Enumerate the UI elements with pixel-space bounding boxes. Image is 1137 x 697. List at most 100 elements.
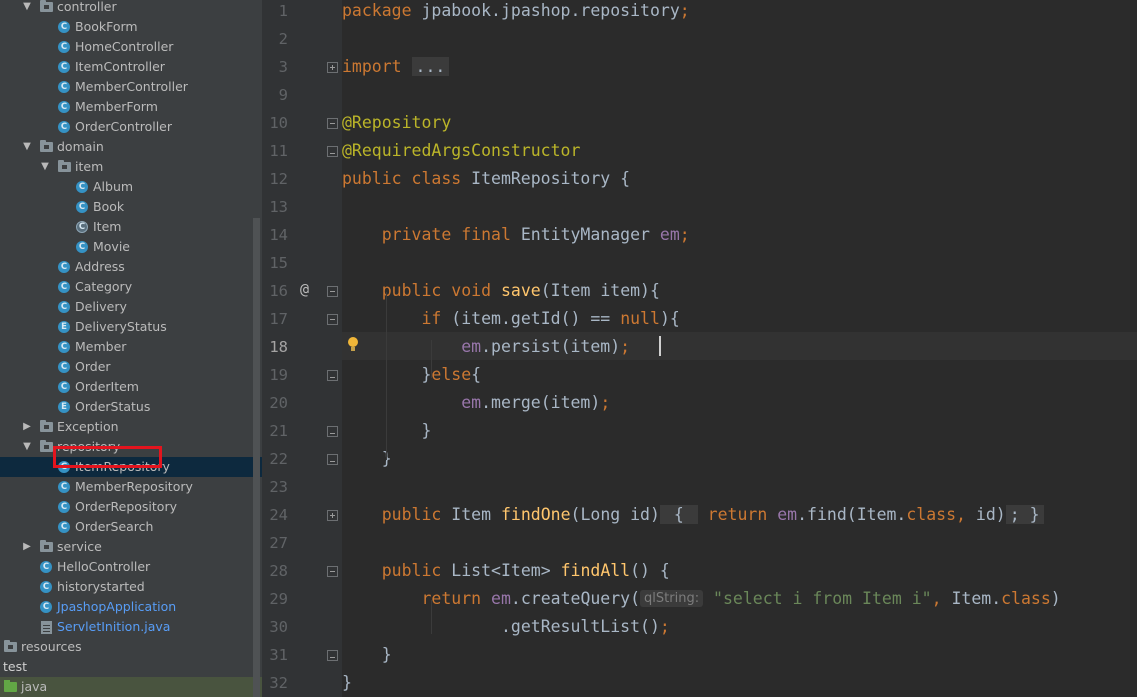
fold-expand-icon[interactable]	[327, 62, 338, 73]
tree-item-address[interactable]: C Address	[0, 257, 262, 277]
tree-item-orderrepository[interactable]: C OrderRepository	[0, 497, 262, 517]
folded-code[interactable]: ...	[411, 57, 450, 76]
class-icon: C	[57, 120, 71, 134]
tree-item-exception[interactable]: ▶ Exception	[0, 417, 262, 437]
line-number: 1	[278, 2, 288, 20]
code-token: em	[461, 393, 482, 412]
code-line[interactable]: @RequiredArgsConstructor	[342, 137, 580, 165]
folder-icon	[39, 0, 53, 14]
tree-item-memberform[interactable]: C MemberForm	[0, 97, 262, 117]
fold-collapse-icon[interactable]	[327, 566, 338, 577]
code-line[interactable]: return em.createQuery(qlString: "select …	[342, 585, 1060, 613]
tree-item-homecontroller[interactable]: C HomeController	[0, 37, 262, 57]
code-token: @RequiredArgsConstructor	[342, 141, 581, 160]
tree-item-label: java	[21, 679, 48, 694]
tree-item-item[interactable]: C Item	[0, 217, 262, 237]
fold-collapse-icon[interactable]	[327, 370, 338, 381]
tree-scrollbar[interactable]	[253, 218, 260, 697]
code-line[interactable]: package jpabook.jpashop.repository;	[342, 0, 690, 25]
fold-collapse-icon[interactable]	[327, 454, 338, 465]
line-number: 24	[269, 506, 288, 524]
tree-item-item[interactable]: ▼ item	[0, 157, 262, 177]
code-line[interactable]: }else{	[342, 361, 481, 389]
fold-collapse-icon[interactable]	[327, 426, 338, 437]
class-icon: C	[57, 100, 71, 114]
tree-item-label: Exception	[57, 419, 119, 434]
tree-item-category[interactable]: C Category	[0, 277, 262, 297]
code-token: .getResultList()	[500, 617, 660, 636]
fold-collapse-icon[interactable]	[327, 286, 338, 297]
class-icon: C	[57, 500, 71, 514]
expand-arrow-down-icon[interactable]: ▼	[40, 157, 50, 177]
fold-collapse-icon[interactable]	[327, 650, 338, 661]
code-line[interactable]: em.merge(item);	[342, 389, 610, 417]
code-line[interactable]: }	[342, 445, 392, 473]
tree-item-resources[interactable]: resources	[0, 637, 262, 657]
code-token: Item.	[951, 589, 1002, 608]
tree-item-deliverystatus[interactable]: E DeliveryStatus	[0, 317, 262, 337]
code-line[interactable]: public Item findOne(Long id) { return em…	[342, 501, 1044, 529]
tree-item-book[interactable]: C Book	[0, 197, 262, 217]
code-line[interactable]: public void save(Item item){	[342, 277, 660, 305]
fold-collapse-icon[interactable]	[327, 314, 338, 325]
collapse-arrow-right-icon[interactable]: ▶	[22, 417, 32, 437]
expand-arrow-down-icon[interactable]: ▼	[22, 137, 32, 157]
tree-item-label: Address	[75, 259, 125, 274]
code-line[interactable]: public List<Item> findAll() {	[342, 557, 670, 585]
tree-item-orderitem[interactable]: C OrderItem	[0, 377, 262, 397]
code-line[interactable]: if (item.getId() == null){	[342, 305, 680, 333]
line-number: 2	[278, 30, 288, 48]
tree-item-label: OrderStatus	[75, 399, 151, 414]
code-token: ){	[659, 309, 680, 328]
fold-expand-icon[interactable]	[327, 510, 338, 521]
code-line[interactable]: }	[342, 669, 352, 697]
tree-item-memberrepository[interactable]: C MemberRepository	[0, 477, 262, 497]
expand-arrow-down-icon[interactable]: ▼	[22, 0, 32, 17]
tree-item-ordersearch[interactable]: C OrderSearch	[0, 517, 262, 537]
class-icon: C	[57, 280, 71, 294]
tree-item-order[interactable]: C Order	[0, 357, 262, 377]
tree-item-member[interactable]: C Member	[0, 337, 262, 357]
code-line[interactable]: private final EntityManager em;	[342, 221, 690, 249]
tree-item-movie[interactable]: C Movie	[0, 237, 262, 257]
tree-item-servletinition-java[interactable]: ServletInition.java	[0, 617, 262, 637]
collapse-arrow-right-icon[interactable]: ▶	[22, 537, 32, 557]
fold-collapse-icon[interactable]	[327, 118, 338, 129]
tree-item-jpashopapplication[interactable]: C JpashopApplication	[0, 597, 262, 617]
tree-item-domain[interactable]: ▼ domain	[0, 137, 262, 157]
code-line[interactable]: .getResultList();	[342, 613, 670, 641]
tree-item-hellocontroller[interactable]: C HelloController	[0, 557, 262, 577]
project-tree[interactable]: ▼ controller C BookForm C HomeController C Item…	[0, 0, 262, 697]
folded-code[interactable]: {	[659, 505, 698, 524]
tree-item-album[interactable]: C Album	[0, 177, 262, 197]
override-marker-icon[interactable]: @	[300, 280, 309, 298]
tree-item-membercontroller[interactable]: C MemberController	[0, 77, 262, 97]
code-line[interactable]: public class ItemRepository {	[342, 165, 630, 193]
tree-item-ordercontroller[interactable]: C OrderController	[0, 117, 262, 137]
tree-item-bookform[interactable]: C BookForm	[0, 17, 262, 37]
tree-item-label: OrderController	[75, 119, 173, 134]
folder-icon	[3, 640, 17, 654]
fold-collapse-icon[interactable]	[327, 146, 338, 157]
tree-item-historystarted[interactable]: Chistorystarted	[0, 577, 262, 597]
tree-item-controller[interactable]: ▼ controller	[0, 0, 262, 17]
line-number: 13	[269, 198, 288, 216]
tree-item-java[interactable]: java	[0, 677, 262, 697]
code-token: .find(Item.	[797, 505, 907, 524]
indent-guide	[431, 600, 432, 634]
code-line[interactable]: }	[342, 641, 392, 669]
line-number: 9	[278, 86, 288, 104]
tree-item-test[interactable]: test	[0, 657, 262, 677]
code-line[interactable]: @Repository	[342, 109, 451, 137]
line-number: 11	[269, 142, 288, 160]
code-token: public	[381, 505, 452, 524]
code-token: return	[697, 505, 778, 524]
code-line[interactable]: import ...	[342, 53, 450, 81]
folded-code[interactable]: ; }	[1005, 505, 1044, 524]
tree-item-service[interactable]: ▶ service	[0, 537, 262, 557]
expand-arrow-down-icon[interactable]: ▼	[22, 437, 32, 457]
tree-item-itemcontroller[interactable]: C ItemController	[0, 57, 262, 77]
tree-item-orderstatus[interactable]: E OrderStatus	[0, 397, 262, 417]
tree-item-delivery[interactable]: C Delivery	[0, 297, 262, 317]
